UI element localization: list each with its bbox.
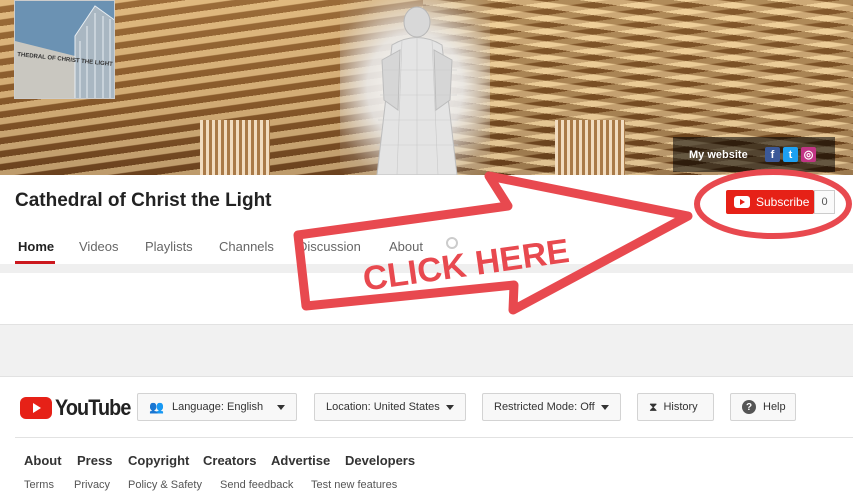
- banner-links: My website f t ◎: [673, 137, 835, 172]
- help-button[interactable]: ? Help: [730, 393, 796, 421]
- channel-tabs: Home Videos Playlists Channels Discussio…: [0, 230, 853, 264]
- location-prefix: Location:: [326, 401, 371, 413]
- footer-link-copyright[interactable]: Copyright: [128, 453, 189, 468]
- footer-link-developers[interactable]: Developers: [345, 453, 415, 468]
- youtube-logo[interactable]: YouTube: [20, 395, 139, 421]
- channel-content-area: [0, 273, 853, 325]
- tab-videos[interactable]: Videos: [79, 239, 119, 254]
- footer-link-terms[interactable]: Terms: [24, 479, 54, 491]
- christ-figure-image: [376, 6, 458, 175]
- hourglass-icon: ⧗: [649, 399, 658, 414]
- cathedral-photo: [15, 1, 114, 98]
- tab-playlists[interactable]: Playlists: [145, 239, 193, 254]
- footer-link-creators[interactable]: Creators: [203, 453, 256, 468]
- youtube-play-icon: [734, 196, 750, 208]
- youtube-channel-page: THEDRAL OF CHRIST THE LIGHT My website f…: [0, 0, 853, 499]
- organ-pipes-left: [200, 120, 270, 175]
- tab-about[interactable]: About: [389, 239, 423, 254]
- subscribe-label: Subscribe: [756, 195, 810, 209]
- language-icon: 👥: [149, 400, 164, 414]
- help-label: Help: [763, 401, 786, 413]
- channel-banner: THEDRAL OF CHRIST THE LIGHT My website f…: [0, 0, 853, 175]
- restricted-prefix: Restricted Mode:: [494, 401, 578, 413]
- footer-link-policy-safety[interactable]: Policy & Safety: [128, 479, 202, 491]
- footer-link-privacy[interactable]: Privacy: [74, 479, 110, 491]
- my-website-link[interactable]: My website: [673, 149, 765, 161]
- subscriber-count: 0: [814, 190, 835, 214]
- youtube-logo-text: YouTube: [55, 395, 131, 420]
- channel-title: Cathedral of Christ the Light: [15, 190, 272, 211]
- location-dropdown[interactable]: Location: United States: [314, 393, 466, 421]
- language-prefix: Language:: [171, 401, 224, 413]
- chevron-down-icon: [277, 405, 285, 410]
- footer-link-press[interactable]: Press: [77, 453, 112, 468]
- facebook-icon[interactable]: f: [765, 147, 780, 162]
- footer-link-about[interactable]: About: [24, 453, 62, 468]
- language-value: English: [227, 401, 264, 413]
- history-button[interactable]: ⧗ History: [637, 393, 714, 421]
- subscribe-button[interactable]: Subscribe: [726, 190, 814, 214]
- twitter-icon[interactable]: t: [783, 147, 798, 162]
- tab-channels[interactable]: Channels: [219, 239, 274, 254]
- search-icon[interactable]: [446, 237, 458, 249]
- channel-avatar[interactable]: THEDRAL OF CHRIST THE LIGHT: [14, 0, 115, 99]
- instagram-icon[interactable]: ◎: [801, 147, 816, 162]
- footer-link-advertise[interactable]: Advertise: [271, 453, 330, 468]
- language-dropdown[interactable]: 👥 Language: English: [137, 393, 297, 421]
- footer-link-send-feedback[interactable]: Send feedback: [220, 479, 293, 491]
- restricted-mode-dropdown[interactable]: Restricted Mode: Off: [482, 393, 621, 421]
- tab-home[interactable]: Home: [18, 239, 54, 254]
- location-value: United States: [373, 401, 440, 413]
- help-icon: ?: [742, 400, 756, 414]
- youtube-logo-icon: [20, 397, 52, 419]
- restricted-value: Off: [580, 401, 595, 413]
- chevron-down-icon: [446, 405, 454, 410]
- tab-discussion[interactable]: Discussion: [298, 239, 361, 254]
- organ-pipes-right: [555, 120, 625, 175]
- history-label: History: [663, 401, 698, 413]
- chevron-down-icon: [601, 405, 609, 410]
- footer-link-test-new-features[interactable]: Test new features: [311, 479, 397, 491]
